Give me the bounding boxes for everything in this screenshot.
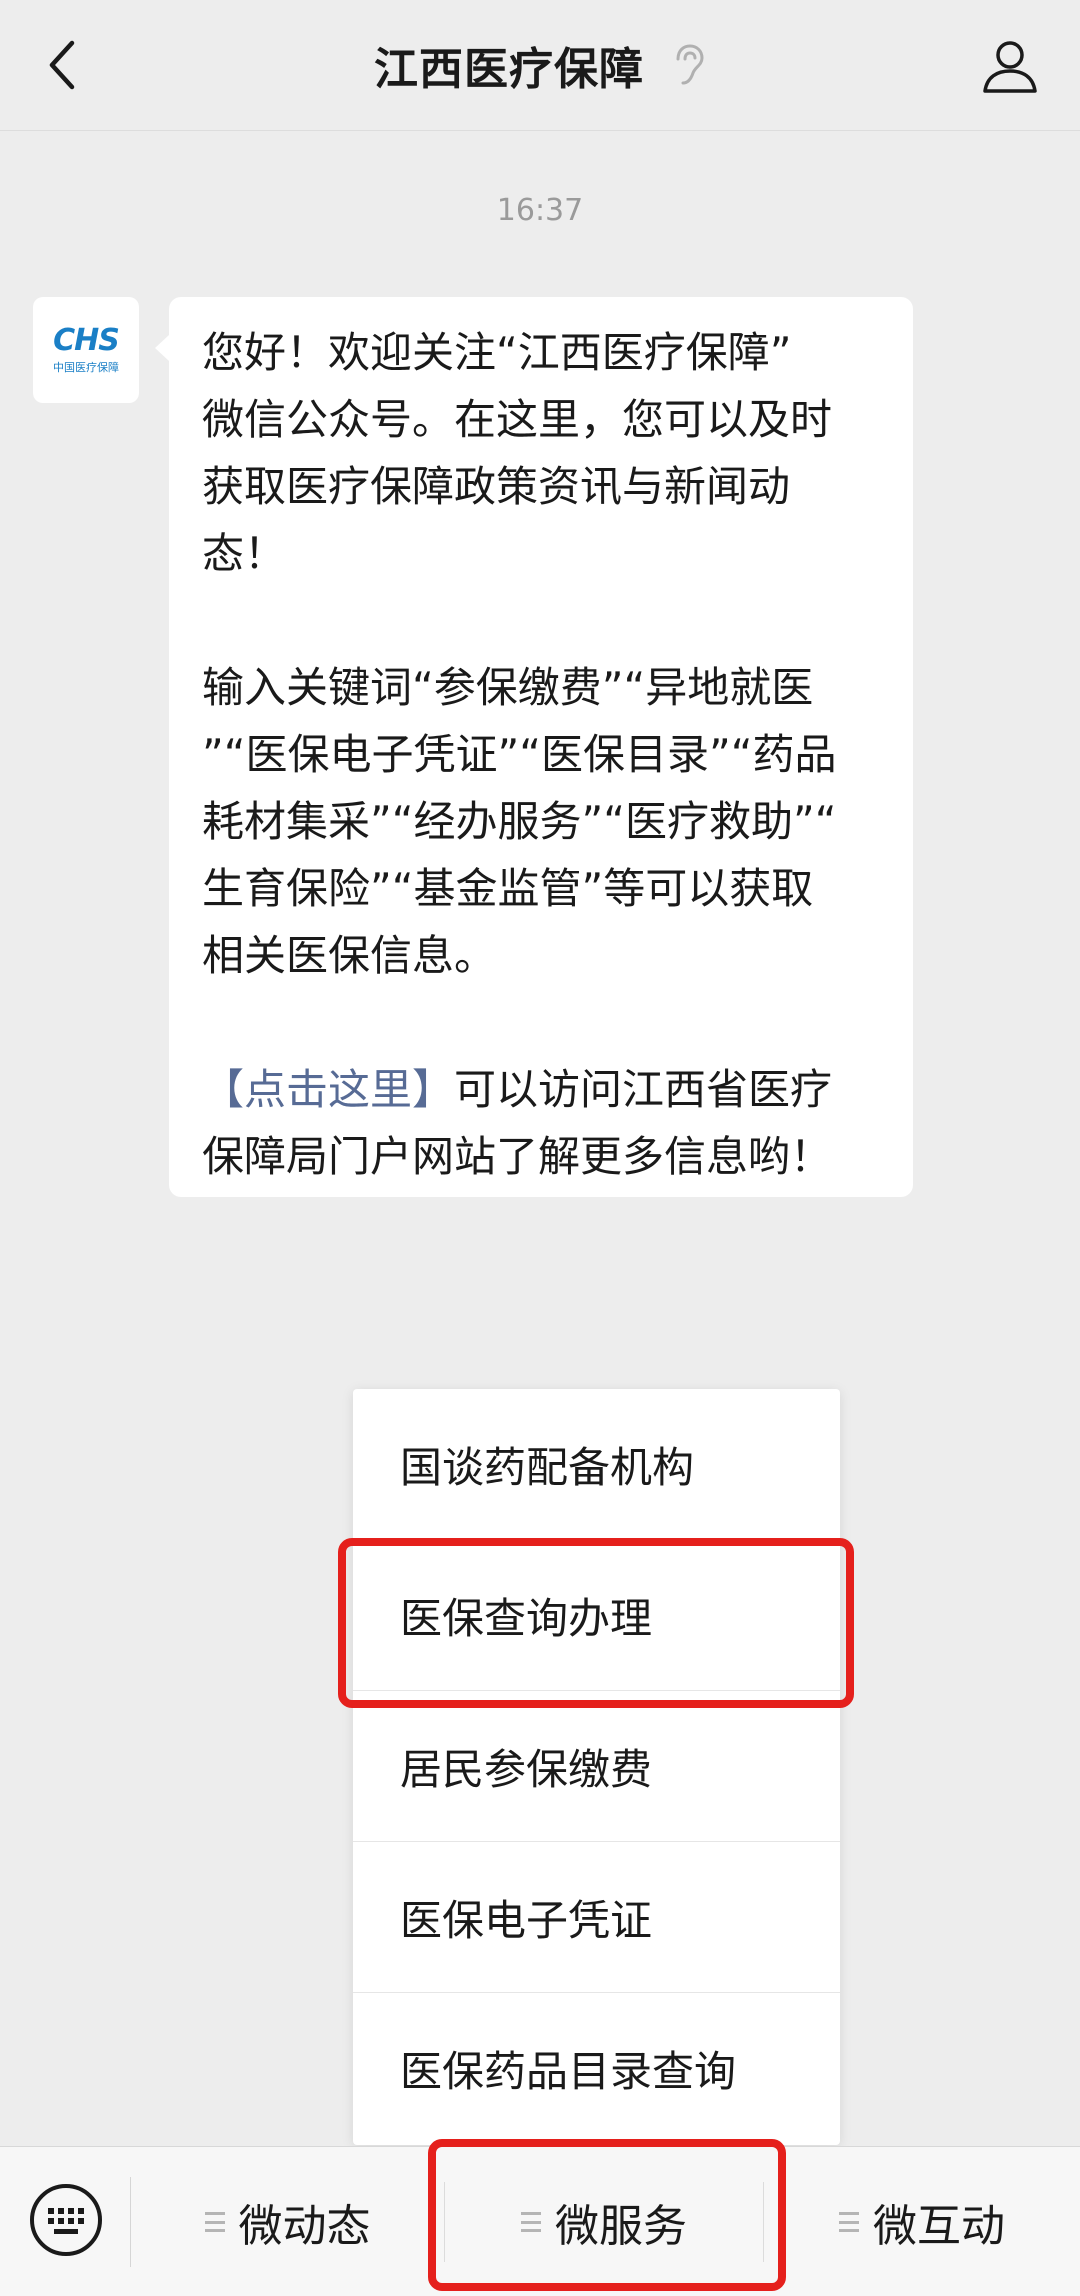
message-line: 耗材集采”“经办服务”“医疗救助”“ bbox=[202, 797, 837, 846]
message-line: ”“医保电子凭证”“医保目录”“药品 bbox=[202, 730, 837, 779]
tab-label: 微互动 bbox=[873, 2201, 1005, 2252]
message-line: 输入关键词“参保缴费”“异地就医 bbox=[202, 663, 814, 712]
title-area: 江西医疗保障 bbox=[0, 0, 1080, 130]
message-line: 获取医疗保障政策资讯与新闻动 bbox=[202, 462, 791, 511]
chat-screen: 江西医疗保障 16:37 CHS 中国医疗保障 您好！欢迎关注“江西医疗保障” … bbox=[0, 0, 1080, 2296]
bottom-menu-bar: 微动态 微服务 微互动 bbox=[0, 2146, 1080, 2296]
top-navigation-bar: 江西医疗保障 bbox=[0, 0, 1080, 131]
keyboard-toggle-button[interactable] bbox=[28, 2182, 104, 2258]
keyboard-icon bbox=[30, 2184, 102, 2256]
message-line: 相关医保信息。 bbox=[202, 931, 497, 980]
menu-item-electronic-voucher[interactable]: 医保电子凭证 bbox=[353, 1842, 840, 1993]
tab-micro-interaction[interactable]: 微互动 bbox=[764, 2147, 1080, 2296]
service-submenu: 国谈药配备机构 医保查询办理 居民参保缴费 医保电子凭证 医保药品目录查询 bbox=[353, 1389, 840, 2145]
logo-subtitle: 中国医疗保障 bbox=[53, 361, 119, 374]
avatar[interactable]: CHS 中国医疗保障 bbox=[33, 297, 139, 403]
message-line: 保障局门户网站了解更多信息哟！ bbox=[202, 1132, 833, 1181]
tab-micro-news[interactable]: 微动态 bbox=[131, 2147, 444, 2296]
message-timestamp: 16:37 bbox=[496, 193, 584, 228]
message-line-rest: 可以访问江西省医疗 bbox=[454, 1065, 833, 1114]
menu-lines-icon bbox=[839, 2212, 859, 2232]
profile-button[interactable] bbox=[970, 25, 1050, 105]
portal-link[interactable]: 【点击这里】 bbox=[202, 1065, 454, 1114]
message-line: 生育保险”“基金监管”等可以获取 bbox=[202, 864, 814, 913]
ear-icon bbox=[670, 43, 706, 87]
message-line: 您好！欢迎关注“江西医疗保障” bbox=[202, 328, 792, 377]
page-title: 江西医疗保障 bbox=[374, 44, 644, 95]
tab-micro-service[interactable]: 微服务 bbox=[445, 2147, 763, 2296]
tab-label: 微服务 bbox=[555, 2201, 687, 2252]
logo-text: CHS bbox=[53, 323, 120, 358]
tab-label: 微动态 bbox=[238, 2201, 371, 2252]
menu-item-drug-institutions[interactable]: 国谈药配备机构 bbox=[353, 1389, 840, 1540]
person-icon bbox=[983, 41, 1037, 93]
menu-lines-icon bbox=[521, 2212, 541, 2232]
menu-item-drug-catalog[interactable]: 医保药品目录查询 bbox=[353, 1993, 840, 2144]
menu-item-insurance-query[interactable]: 医保查询办理 bbox=[353, 1540, 840, 1691]
message-line: 微信公众号。在这里，您可以及时 bbox=[202, 395, 833, 444]
menu-lines-icon bbox=[204, 2212, 225, 2232]
menu-item-resident-payment[interactable]: 居民参保缴费 bbox=[353, 1691, 840, 1842]
message-line: 【点击这里】可以访问江西省医疗 bbox=[202, 1056, 883, 1123]
message-bubble: 您好！欢迎关注“江西医疗保障” 微信公众号。在这里，您可以及时 获取医疗保障政策… bbox=[155, 297, 913, 1197]
message-line: 态！ bbox=[202, 529, 287, 578]
